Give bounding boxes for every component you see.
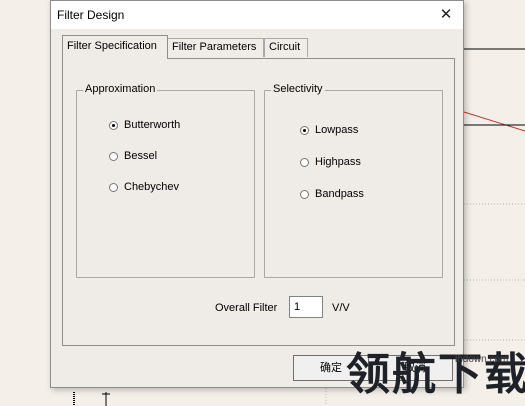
radio-label: Lowpass [315,124,359,136]
approximation-label: Approximation [83,83,158,95]
title-bar[interactable]: Filter Design ✕ [51,1,463,29]
tab-filter-specification[interactable]: Filter Specification [62,35,168,59]
radio-butterworth[interactable]: Butterworth [109,118,180,132]
approximation-group: Approximation Butterworth Bessel Chebych… [76,83,255,278]
radio-label: Bessel [124,150,158,162]
filter-specification-panel: Approximation Butterworth Bessel Chebych… [62,58,455,346]
watermark-url: lhdown.com [455,354,509,365]
tab-filter-parameters[interactable]: Filter Parameters [167,38,264,57]
selectivity-label: Selectivity [271,83,325,95]
tab-circuit[interactable]: Circuit [264,38,308,57]
radio-label: Butterworth [124,119,181,131]
close-icon[interactable]: ✕ [435,5,457,25]
radio-unselected-icon [300,189,309,199]
radio-selected-icon [300,125,309,135]
radio-lowpass[interactable]: Lowpass [300,123,358,137]
radio-bessel[interactable]: Bessel [109,149,157,163]
overall-filter-input[interactable] [289,296,323,318]
selectivity-group: Selectivity Lowpass Highpass Bandpass [264,83,443,278]
filter-design-dialog: Filter Design ✕ Filter Specification Fil… [50,0,464,388]
radio-unselected-icon [300,157,309,167]
radio-selected-icon [109,120,118,130]
dialog-title: Filter Design [57,8,125,22]
overall-filter-unit: V/V [332,302,350,314]
overall-filter-label: Overall Filter [215,302,278,314]
radio-unselected-icon [109,151,118,161]
radio-label: Highpass [315,156,361,168]
radio-bandpass[interactable]: Bandpass [300,187,364,201]
radio-highpass[interactable]: Highpass [300,155,361,169]
radio-label: Bandpass [315,188,364,200]
radio-label: Chebychev [124,181,180,193]
radio-chebychev[interactable]: Chebychev [109,180,179,194]
radio-unselected-icon [109,182,118,192]
